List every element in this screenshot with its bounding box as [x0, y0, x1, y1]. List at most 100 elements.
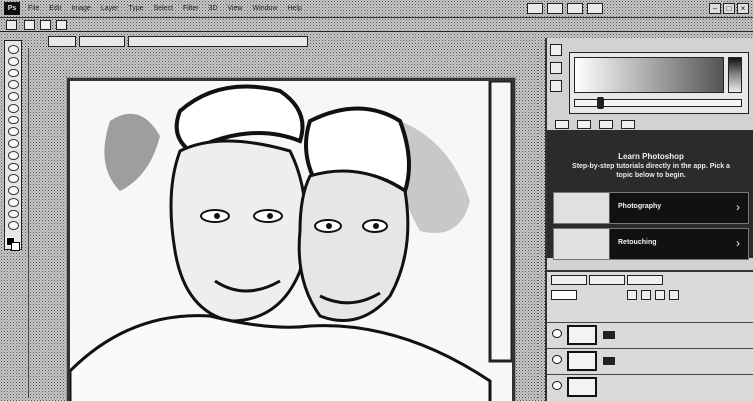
tab-channels[interactable] — [589, 275, 625, 285]
card-thumbnail — [554, 193, 610, 223]
learn-card-retouching[interactable]: Retouching › — [553, 228, 749, 260]
panel-tab[interactable] — [577, 120, 591, 129]
window-controls: – □ × — [709, 3, 749, 14]
layer-thumbnail — [567, 351, 597, 371]
color-panel — [569, 52, 749, 114]
maximize-button[interactable]: □ — [723, 3, 735, 14]
eraser-tool-icon[interactable] — [7, 162, 19, 172]
brush-tool-icon[interactable] — [7, 127, 19, 137]
card-label: Retouching — [618, 239, 657, 246]
layers-panel — [547, 270, 753, 401]
color-picker-field[interactable] — [574, 57, 724, 93]
layers-panel-tabs — [551, 275, 663, 285]
hue-slider[interactable] — [728, 57, 742, 93]
learn-title: Learn Photoshop — [618, 152, 684, 161]
layer-row[interactable] — [547, 374, 753, 398]
panel-tab[interactable] — [599, 120, 613, 129]
option-icon[interactable] — [24, 20, 35, 30]
option-icon[interactable] — [40, 20, 51, 30]
panel-tab[interactable] — [555, 120, 569, 129]
portrait-image — [70, 81, 512, 401]
menu-help[interactable]: Help — [285, 5, 303, 12]
dodge-tool-icon[interactable] — [7, 197, 19, 207]
options-bar — [0, 18, 753, 32]
quick-select-tool-icon[interactable] — [7, 80, 19, 90]
color-slider[interactable] — [574, 97, 742, 109]
menu-layer[interactable]: Layer — [99, 5, 121, 12]
layer-name — [603, 357, 615, 365]
layer-row[interactable] — [547, 348, 753, 372]
chevron-right-icon: › — [736, 236, 740, 250]
layer-thumbnail — [567, 377, 597, 397]
move-tool-icon[interactable] — [7, 45, 19, 54]
type-tool-icon[interactable] — [7, 221, 19, 231]
history-brush-tool-icon[interactable] — [7, 150, 19, 160]
eyedropper-tool-icon[interactable] — [7, 103, 19, 113]
right-panel-dock: Learn Photoshop Step-by-step tutorials d… — [545, 38, 753, 401]
panel-small-tabs — [555, 120, 635, 129]
panel-icon-strip — [550, 44, 564, 92]
menu-window[interactable]: Window — [251, 5, 280, 12]
menu-3d[interactable]: 3D — [207, 5, 220, 12]
crop-tool-icon[interactable] — [7, 92, 19, 101]
search-button[interactable] — [547, 3, 563, 14]
stamp-tool-icon[interactable] — [7, 139, 19, 148]
document-tab[interactable] — [48, 36, 76, 47]
workspace-button[interactable] — [527, 3, 543, 14]
menu-image[interactable]: Image — [69, 5, 92, 12]
document-workspace — [28, 48, 538, 401]
card-label: Photography — [618, 203, 662, 210]
gradient-tool-icon[interactable] — [7, 174, 19, 184]
menu-select[interactable]: Select — [152, 5, 175, 12]
healing-tool-icon[interactable] — [7, 115, 19, 125]
color-panel-icon[interactable] — [550, 44, 562, 56]
marquee-tool-icon[interactable] — [7, 56, 19, 66]
panel-tab[interactable] — [621, 120, 635, 129]
chevron-right-icon: › — [736, 200, 740, 214]
menu-file[interactable]: File — [26, 5, 41, 12]
color-swatches[interactable] — [6, 237, 20, 252]
user-button[interactable] — [587, 3, 603, 14]
tab-layers[interactable] — [551, 275, 587, 285]
filter-adjustment-icon[interactable] — [641, 290, 651, 300]
menu-bar: Ps File Edit Image Layer Type Select Fil… — [0, 0, 753, 18]
filter-type-icon[interactable] — [655, 290, 665, 300]
adjustments-panel-icon[interactable] — [550, 80, 562, 92]
background-color-swatch[interactable] — [11, 242, 20, 252]
learn-card-photography[interactable]: Photography › — [553, 192, 749, 224]
menubar-right-controls — [527, 3, 603, 14]
filter-pixel-icon[interactable] — [627, 290, 637, 300]
tool-preset-icon[interactable] — [6, 20, 17, 30]
close-button[interactable]: × — [737, 3, 749, 14]
layer-name — [603, 331, 615, 339]
document-tab[interactable] — [128, 36, 308, 47]
share-button[interactable] — [567, 3, 583, 14]
eye-icon[interactable] — [552, 355, 562, 364]
option-icon[interactable] — [56, 20, 67, 30]
blur-tool-icon[interactable] — [7, 186, 19, 195]
lasso-tool-icon[interactable] — [7, 68, 19, 78]
document-tabs — [48, 36, 538, 47]
card-thumbnail — [554, 229, 610, 259]
filter-shape-icon[interactable] — [669, 290, 679, 300]
learn-subtitle: Step-by-step tutorials directly in the a… — [572, 163, 730, 179]
menu-edit[interactable]: Edit — [47, 5, 63, 12]
layer-filter-tools — [627, 290, 679, 300]
document-canvas[interactable] — [67, 78, 515, 401]
minimize-button[interactable]: – — [709, 3, 721, 14]
pen-tool-icon[interactable] — [7, 209, 19, 219]
learn-panel: Learn Photoshop Step-by-step tutorials d… — [547, 130, 753, 260]
layer-row[interactable] — [547, 322, 753, 346]
eye-icon[interactable] — [552, 381, 562, 390]
menu-type[interactable]: Type — [126, 5, 145, 12]
swatches-panel-icon[interactable] — [550, 62, 562, 74]
menu-filter[interactable]: Filter — [181, 5, 201, 12]
layer-thumbnail — [567, 325, 597, 345]
tab-paths[interactable] — [627, 275, 663, 285]
tools-panel — [4, 40, 22, 252]
layer-filter-dropdown[interactable] — [551, 290, 577, 300]
slider-knob[interactable] — [597, 97, 604, 109]
menu-view[interactable]: View — [226, 5, 245, 12]
document-tab[interactable] — [79, 36, 125, 47]
eye-icon[interactable] — [552, 329, 562, 338]
